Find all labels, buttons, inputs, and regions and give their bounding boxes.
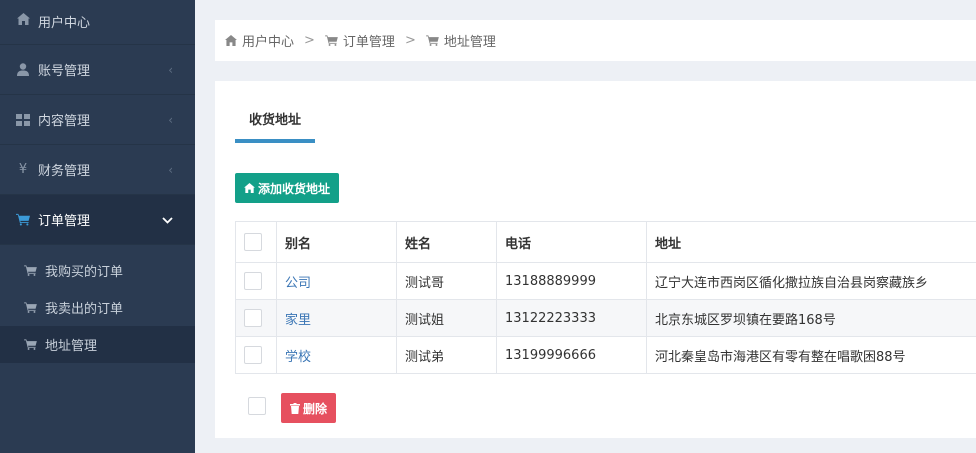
column-header-name: 姓名 — [396, 221, 497, 263]
yen-icon: ¥ — [18, 162, 28, 177]
add-address-button[interactable]: 添加收货地址 — [235, 173, 340, 203]
breadcrumb-separator: > — [404, 33, 416, 48]
row-checkbox[interactable] — [244, 309, 262, 327]
phone-cell: 13122223333 — [496, 299, 647, 337]
address-table: 别名 姓名 电话 地址 公司 测试哥 13188889999 辽宁大连市西岗区循… — [235, 221, 976, 374]
alias-link[interactable]: 学校 — [285, 350, 311, 365]
name-cell: 测试哥 — [396, 262, 497, 300]
address-cell: 河北秦皇岛市海港区有零有整在唱歌困88号 — [646, 336, 976, 374]
column-header-phone: 电话 — [496, 221, 647, 263]
delete-label: 删除 — [303, 401, 328, 416]
sidebar-item-orders[interactable]: 订单管理 — [0, 195, 195, 245]
sidebar-item-finance[interactable]: ¥ 财务管理 ‹ — [0, 145, 195, 195]
sidebar: 用户中心 账号管理 ‹ 内容管理 ‹ ¥ 财务管理 ‹ 订单管理 我购买的订单 … — [0, 0, 195, 453]
cart-icon — [16, 213, 30, 227]
phone-cell: 13199996666 — [496, 336, 647, 374]
cart-icon — [325, 35, 338, 46]
sidebar-subitem-label: 我购买的订单 — [45, 265, 124, 280]
alias-link[interactable]: 公司 — [285, 276, 311, 291]
name-cell: 测试姐 — [396, 299, 497, 337]
address-cell: 北京东城区罗坝镇在要路168号 — [646, 299, 976, 337]
home-icon — [225, 35, 237, 46]
breadcrumb-item-user-center[interactable]: 用户中心 — [225, 31, 294, 50]
sidebar-item-label: 用户中心 — [38, 16, 91, 31]
sidebar-subitem-purchased-orders[interactable]: 我购买的订单 — [0, 252, 195, 289]
user-icon — [16, 63, 30, 77]
main-content: 用户中心 > 订单管理 > 地址管理 收货地址 添加收货地址 别名 姓名 电话 … — [195, 0, 976, 453]
sidebar-item-user-center[interactable]: 用户中心 — [0, 0, 195, 45]
breadcrumb-separator: > — [304, 33, 315, 48]
sidebar-item-label: 财务管理 — [38, 164, 91, 179]
breadcrumb-label: 用户中心 — [242, 35, 295, 50]
cart-icon — [24, 339, 37, 350]
row-checkbox[interactable] — [244, 272, 262, 290]
name-cell: 测试弟 — [396, 336, 497, 374]
sidebar-subitem-address[interactable]: 地址管理 — [0, 326, 195, 363]
sidebar-item-label: 内容管理 — [38, 114, 91, 129]
grid-icon — [16, 113, 30, 127]
delete-button[interactable]: 删除 — [281, 393, 337, 423]
tab-shipping-address[interactable]: 收货地址 — [235, 101, 316, 143]
phone-cell: 13188889999 — [496, 262, 647, 300]
select-all-cell — [235, 221, 277, 263]
breadcrumb-label: 订单管理 — [342, 35, 395, 50]
chevron-left-icon: ‹ — [168, 162, 173, 177]
sidebar-item-label: 订单管理 — [38, 214, 91, 229]
table-row: 学校 测试弟 13199996666 河北秦皇岛市海港区有零有整在唱歌困88号 — [235, 336, 976, 374]
cart-icon — [24, 302, 37, 313]
breadcrumb-item-orders[interactable]: 订单管理 — [325, 31, 395, 50]
breadcrumb-item-address: 地址管理 — [425, 31, 496, 50]
table-header-row: 别名 姓名 电话 地址 — [235, 221, 976, 263]
breadcrumb: 用户中心 > 订单管理 > 地址管理 — [215, 20, 976, 61]
chevron-left-icon: ‹ — [168, 112, 173, 127]
home-icon — [16, 12, 30, 26]
trash-icon — [290, 402, 300, 414]
sidebar-subitem-sold-orders[interactable]: 我卖出的订单 — [0, 289, 195, 326]
sidebar-item-account[interactable]: 账号管理 ‹ — [0, 45, 195, 95]
bulk-select-checkbox[interactable] — [248, 397, 266, 415]
chevron-down-icon — [162, 213, 173, 227]
cart-icon — [24, 265, 37, 276]
select-all-checkbox[interactable] — [244, 233, 262, 251]
sidebar-subitem-label: 我卖出的订单 — [45, 302, 124, 317]
add-address-label: 添加收货地址 — [258, 181, 331, 196]
sidebar-item-label: 账号管理 — [38, 64, 91, 79]
table-row: 公司 测试哥 13188889999 辽宁大连市西岗区循化撒拉族自治县岗察藏族乡 — [235, 262, 976, 300]
tab-bar: 收货地址 — [235, 101, 316, 143]
sidebar-subitem-label: 地址管理 — [45, 339, 98, 354]
column-header-alias: 别名 — [276, 221, 397, 263]
table-row: 家里 测试姐 13122223333 北京东城区罗坝镇在要路168号 — [235, 299, 976, 337]
home-icon — [244, 183, 255, 193]
address-panel: 收货地址 添加收货地址 别名 姓名 电话 地址 公司 测试哥 131888899… — [215, 81, 976, 438]
orders-submenu: 我购买的订单 我卖出的订单 地址管理 — [0, 252, 195, 363]
sidebar-item-content[interactable]: 内容管理 ‹ — [0, 95, 195, 145]
cart-icon — [425, 35, 439, 46]
alias-link[interactable]: 家里 — [285, 313, 311, 328]
address-cell: 辽宁大连市西岗区循化撒拉族自治县岗察藏族乡 — [646, 262, 976, 300]
row-checkbox[interactable] — [244, 346, 262, 364]
chevron-left-icon: ‹ — [168, 62, 173, 77]
column-header-address: 地址 — [646, 221, 976, 263]
breadcrumb-label: 地址管理 — [443, 35, 496, 50]
